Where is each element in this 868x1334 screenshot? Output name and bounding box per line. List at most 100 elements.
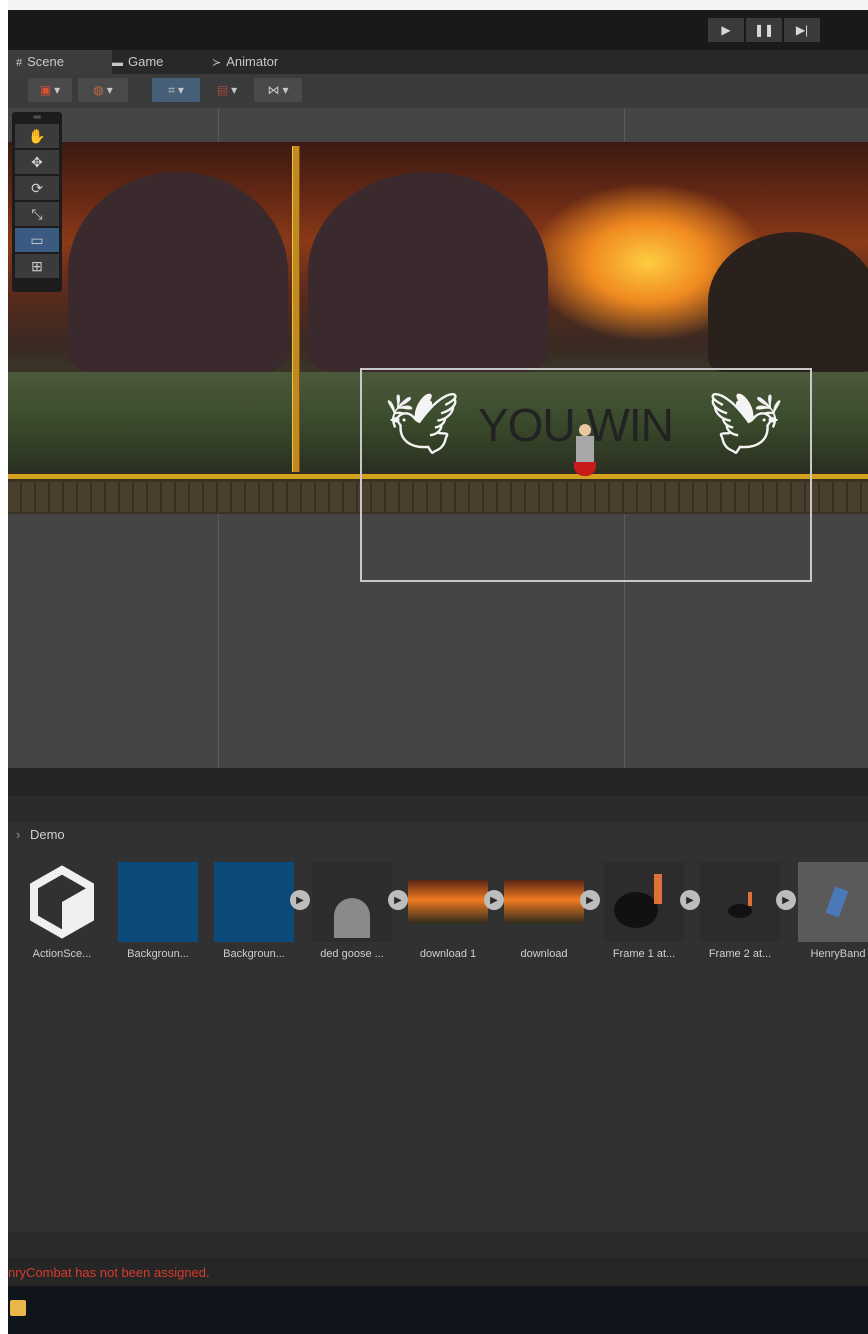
unity-editor: ▶ ❚❚ ▶| # Scene ▬ Game ≻ Animator ▣ ▾ ◍ ▾ ⌗ ▾ … [8, 0, 868, 1334]
chevron-down-icon: ▾ [106, 83, 113, 97]
asset-thumbnail: ▶ [700, 862, 796, 942]
panel-divider [8, 768, 868, 796]
editor-tabbar: # Scene ▬ Game ≻ Animator [8, 50, 868, 74]
goose-icon [728, 904, 752, 918]
pause-button[interactable]: ❚❚ [746, 18, 782, 42]
asset-item[interactable]: ▶ Frame 1 at... [604, 862, 700, 960]
breadcrumb: › Demo [8, 822, 868, 849]
increment-icon: ⋈ [267, 83, 280, 97]
asset-item[interactable]: ActionSce... [22, 862, 102, 960]
transform-tool-icon[interactable]: ⊞ [15, 254, 59, 278]
snap-dropdown[interactable]: ▤ ▾ [204, 78, 250, 102]
asset-item[interactable]: ▶ Frame 2 at... [700, 862, 796, 960]
character-icon [825, 886, 849, 918]
scene-view-toolbar: ▣ ▾ ◍ ▾ ⌗ ▾ ▤ ▾ ⋈ ▾ [8, 74, 868, 109]
tab-animator[interactable]: ≻ Animator [212, 50, 312, 74]
render-mode-dropdown[interactable]: ◍ ▾ [78, 78, 128, 102]
playmode-controls: ▶ ❚❚ ▶| [708, 18, 822, 42]
os-taskbar [8, 1286, 868, 1334]
expand-play-icon[interactable]: ▶ [580, 890, 600, 910]
rock-formation [308, 172, 548, 372]
pause-icon: ❚❚ [753, 23, 775, 37]
increment-snap-dropdown[interactable]: ⋈ ▾ [254, 78, 302, 102]
tab-scene-label: Scene [27, 54, 64, 69]
shaded-icon: ▣ [39, 83, 52, 97]
play-icon: ▶ [721, 23, 731, 37]
tab-animator-label: Animator [226, 54, 279, 69]
tab-scene[interactable]: # Scene [8, 50, 112, 74]
scale-tool-icon[interactable]: ⤡ [15, 202, 59, 226]
asset-item[interactable]: HenryBand [798, 862, 868, 960]
expand-play-icon[interactable]: ▶ [290, 890, 310, 910]
tool-overlay: ═ ✋ ✥ ⟳ ⤡ ▭ ⊞ [12, 112, 62, 292]
top-strip [8, 0, 868, 10]
asset-item[interactable]: Backgroun... [118, 862, 198, 960]
asset-label: Frame 1 at... [612, 948, 676, 960]
step-icon: ▶| [795, 23, 809, 37]
tombstone-icon [334, 898, 370, 938]
snap-icon: ▤ [216, 83, 229, 97]
expand-play-icon[interactable]: ▶ [484, 890, 504, 910]
animator-icon: ≻ [212, 57, 222, 69]
asset-thumbnail [798, 862, 868, 942]
asset-thumbnail [118, 862, 198, 942]
drag-handle-icon[interactable]: ═ [12, 112, 62, 123]
asset-label: Frame 2 at... [708, 948, 772, 960]
tab-game[interactable]: ▬ Game [112, 50, 192, 74]
asset-thumbnail: ▶ [504, 862, 600, 942]
breadcrumb-item-demo[interactable]: Demo [30, 827, 65, 842]
play-button[interactable]: ▶ [708, 18, 744, 42]
asset-item[interactable]: ▶ Backgroun... [214, 862, 310, 960]
sphere-icon: ◍ [93, 83, 104, 97]
chevron-down-icon: ▾ [282, 83, 289, 97]
chevron-down-icon: ▾ [177, 83, 184, 97]
hand-tool-icon[interactable]: ✋ [15, 124, 59, 148]
asset-item[interactable]: ▶ download [504, 862, 600, 960]
rock-formation [708, 232, 868, 372]
goose-neck [748, 892, 752, 906]
asset-label: HenryBand [810, 948, 866, 960]
grid-snap-icon: ⌗ [168, 82, 175, 97]
expand-play-icon[interactable]: ▶ [388, 890, 408, 910]
rotate-tool-icon[interactable]: ⟳ [15, 176, 59, 200]
console-message: nryCombat has not been assigned. [8, 1265, 210, 1280]
rect-tool-icon[interactable]: ▭ [15, 228, 59, 252]
chevron-down-icon: ▾ [54, 83, 61, 97]
asset-label: ActionSce... [32, 948, 92, 960]
sunset-thumbnail [408, 880, 488, 924]
asset-thumbnail: ▶ [312, 862, 408, 942]
asset-thumbnail: ▶ [408, 862, 504, 942]
expand-play-icon[interactable]: ▶ [776, 890, 796, 910]
chevron-right-icon: › [16, 827, 21, 842]
step-button[interactable]: ▶| [784, 18, 820, 42]
asset-label: ded goose ... [320, 948, 384, 960]
scene-viewport[interactable]: 🕊 🕊 YOU WIN ═ ✋ ✥ ⟳ ⤡ ▭ ⊞ [8, 108, 868, 768]
panel-divider [8, 1232, 868, 1258]
chevron-down-icon: ▾ [231, 83, 238, 97]
asset-item[interactable]: ▶ download 1 [408, 862, 504, 960]
move-tool-icon[interactable]: ✥ [15, 150, 59, 174]
pillar [292, 146, 300, 472]
file-explorer-icon[interactable] [10, 1300, 26, 1316]
gizmo-tools-dropdown[interactable]: ⌗ ▾ [152, 78, 200, 102]
asset-label: Backgroun... [223, 948, 285, 960]
asset-label: Backgroun... [127, 948, 189, 960]
rock-formation [68, 172, 288, 372]
asset-thumbnail: ▶ [214, 862, 310, 942]
camera-frame [360, 368, 812, 582]
sunset-thumbnail [504, 880, 584, 924]
goose-icon [614, 892, 658, 928]
asset-item[interactable]: ▶ ded goose ... [312, 862, 408, 960]
tab-game-label: Game [128, 54, 164, 69]
asset-label: download [520, 948, 568, 960]
unity-logo-icon [22, 862, 102, 942]
asset-label: download 1 [419, 948, 477, 960]
scene-icon: # [16, 57, 23, 69]
expand-play-icon[interactable]: ▶ [680, 890, 700, 910]
console-status-bar[interactable]: nryCombat has not been assigned. [8, 1258, 868, 1286]
asset-grid: ActionSce... Backgroun... ▶ Backgroun...… [8, 848, 868, 1232]
draw-mode-dropdown[interactable]: ▣ ▾ [28, 78, 72, 102]
gamepad-icon: ▬ [112, 57, 123, 69]
main-toolbar: ▶ ❚❚ ▶| [8, 10, 868, 50]
asset-thumbnail: ▶ [604, 862, 700, 942]
